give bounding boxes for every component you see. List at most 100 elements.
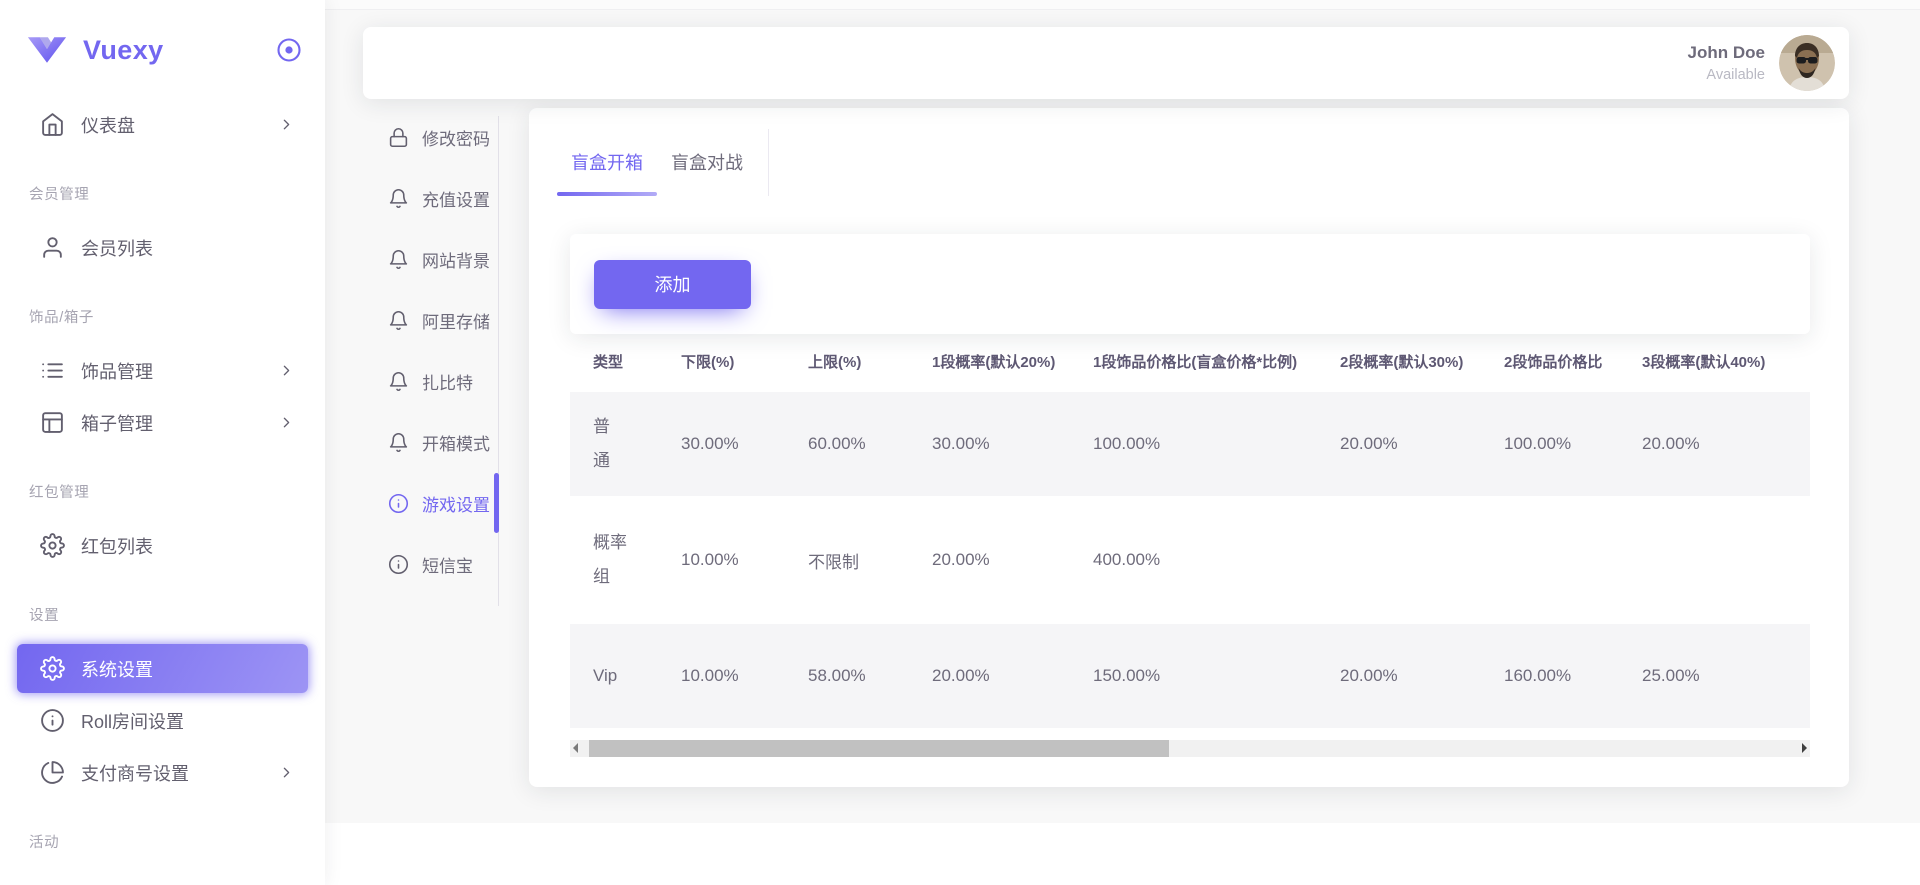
avatar-image — [1779, 35, 1835, 91]
column-header-lower-limit: 下限(%) — [658, 343, 785, 380]
sidebar-item-label: 箱子管理 — [81, 410, 153, 436]
cell-seg1-price-ratio: 150.00% — [1070, 624, 1317, 728]
sidebar-item-label: 仪表盘 — [81, 112, 135, 138]
cell-lower-limit: 30.00% — [658, 392, 785, 496]
column-header-type: 类型 — [570, 343, 658, 380]
chevron-right-icon — [278, 362, 295, 379]
layout-icon — [40, 410, 65, 435]
cell-type: Vip — [570, 624, 658, 728]
header-card: John Doe Available — [363, 27, 1849, 99]
sidebar-item-payment-merchant-settings[interactable]: 支付商号设置 — [17, 748, 308, 797]
info-icon — [40, 708, 65, 733]
user-info: John Doe Available — [1688, 43, 1765, 82]
tab-bar: 盲盒开箱 盲盒对战 — [557, 149, 757, 192]
sidebar-item-system-settings[interactable]: 系统设置 — [17, 644, 308, 693]
sidebar-section-items-boxes: 饰品/箱子 — [0, 306, 325, 324]
cell-type: 概率组 — [570, 508, 658, 612]
menu-pin-toggle-icon[interactable] — [275, 36, 303, 64]
column-header-seg2-price-ratio: 2段饰品价格比 — [1481, 343, 1619, 380]
cell-seg2-price-ratio: 100.00% — [1481, 392, 1619, 496]
submenu-item-unboxing-mode[interactable]: 开箱模式 — [388, 412, 504, 473]
pie-chart-icon — [40, 760, 65, 785]
settings-submenu: 修改密码 充值设置 网站背景 阿里存储 扎比特 开箱模式 游戏设置 短信宝 — [388, 107, 504, 595]
column-header-seg3-probability: 3段概率(默认40%) — [1619, 343, 1810, 380]
app-root: Vuexy 仪表盘 会员管理 会员列表 饰品/箱子 饰品管理 — [0, 0, 1920, 885]
horizontal-scrollbar[interactable] — [570, 740, 1810, 757]
tab-blindbox-open[interactable]: 盲盒开箱 — [557, 149, 657, 192]
sidebar-item-dashboard[interactable]: 仪表盘 — [17, 100, 308, 149]
sidebar-item-label: 系统设置 — [81, 656, 153, 682]
cell-seg2-price-ratio: 160.00% — [1481, 624, 1619, 728]
user-avatar[interactable] — [1779, 35, 1835, 91]
sidebar-item-item-management[interactable]: 饰品管理 — [17, 346, 308, 395]
user-status: Available — [1688, 67, 1765, 83]
sidebar-item-label: 红包列表 — [81, 533, 153, 559]
column-header-seg1-probability: 1段概率(默认20%) — [909, 343, 1070, 380]
cell-lower-limit: 10.00% — [658, 508, 785, 612]
scrollbar-thumb[interactable] — [589, 740, 1169, 757]
sidebar-item-box-management[interactable]: 箱子管理 — [17, 398, 308, 447]
submenu-item-site-background[interactable]: 网站背景 — [388, 229, 504, 290]
submenu-item-ali-storage[interactable]: 阿里存储 — [388, 290, 504, 351]
cell-seg3-probability: 25.00% — [1619, 624, 1810, 728]
tabbar-divider — [768, 129, 769, 196]
submenu-item-zhabite[interactable]: 扎比特 — [388, 351, 504, 412]
sidebar-section-settings: 设置 — [0, 604, 325, 622]
cell-seg2-probability — [1317, 508, 1481, 612]
top-strip — [325, 0, 1920, 10]
bell-icon — [388, 432, 409, 453]
brand-name: Vuexy — [83, 35, 164, 66]
scroll-right-arrow-icon[interactable] — [1802, 743, 1807, 753]
gear-icon — [40, 656, 65, 681]
cell-upper-limit: 58.00% — [785, 624, 909, 728]
submenu-item-label: 充值设置 — [422, 186, 490, 211]
bell-icon — [388, 188, 409, 209]
chevron-right-icon — [278, 414, 295, 431]
tab-blindbox-battle[interactable]: 盲盒对战 — [657, 149, 757, 192]
sidebar-section-activity: 活动 — [0, 831, 325, 849]
sidebar-nav: 仪表盘 会员管理 会员列表 饰品/箱子 饰品管理 箱子管理 红包管理 — [0, 100, 325, 849]
sidebar-section-members: 会员管理 — [0, 183, 325, 201]
cell-seg1-probability: 30.00% — [909, 392, 1070, 496]
cell-seg1-price-ratio: 100.00% — [1070, 392, 1317, 496]
cell-type: 普 通 — [570, 392, 658, 496]
cell-seg2-price-ratio — [1481, 508, 1619, 612]
table-row: Vip 10.00% 58.00% 20.00% 150.00% 20.00% … — [570, 624, 1810, 728]
table-header: 类型 下限(%) 上限(%) 1段概率(默认20%) 1段饰品价格比(盲盒价格*… — [570, 343, 1810, 380]
cell-lower-limit: 10.00% — [658, 624, 785, 728]
submenu-item-label: 短信宝 — [422, 552, 473, 577]
sidebar-section-redpacket: 红包管理 — [0, 481, 325, 499]
sidebar-item-label: 会员列表 — [81, 235, 153, 261]
submenu-item-label: 开箱模式 — [422, 430, 490, 455]
user-name: John Doe — [1688, 43, 1765, 63]
table-row: 普 通 30.00% 60.00% 30.00% 100.00% 20.00% … — [570, 392, 1810, 496]
lock-icon — [388, 127, 409, 148]
submenu-item-recharge-settings[interactable]: 充值设置 — [388, 168, 504, 229]
column-header-upper-limit: 上限(%) — [785, 343, 909, 380]
user-icon — [40, 235, 65, 260]
submenu-item-sms-treasure[interactable]: 短信宝 — [388, 534, 504, 595]
list-icon — [40, 358, 65, 383]
add-button[interactable]: 添加 — [594, 260, 751, 309]
chevron-right-icon — [278, 116, 295, 133]
sidebar-item-redpacket-list[interactable]: 红包列表 — [17, 521, 308, 570]
main-content-card: 盲盒开箱 盲盒对战 添加 类型 下限(%) 上限(%) 1段概率(默认20%) — [529, 108, 1849, 787]
cell-seg2-probability: 20.00% — [1317, 624, 1481, 728]
submenu-item-label: 游戏设置 — [422, 491, 490, 516]
info-icon — [388, 493, 409, 514]
vuexy-logo-icon — [27, 36, 67, 64]
cell-seg1-price-ratio: 400.00% — [1070, 508, 1317, 612]
cell-seg1-probability: 20.00% — [909, 624, 1070, 728]
cell-seg3-probability: 20.00% — [1619, 392, 1810, 496]
cell-seg3-probability — [1619, 508, 1810, 612]
submenu-item-change-password[interactable]: 修改密码 — [388, 107, 504, 168]
scroll-left-arrow-icon[interactable] — [573, 743, 578, 753]
table-panel: 添加 类型 下限(%) 上限(%) 1段概率(默认20%) 1段饰品价格比(盲盒… — [570, 234, 1810, 757]
submenu-item-label: 扎比特 — [422, 369, 473, 394]
sidebar-item-roll-room-settings[interactable]: Roll房间设置 — [17, 696, 308, 745]
sidebar-item-member-list[interactable]: 会员列表 — [17, 223, 308, 272]
submenu-item-game-settings[interactable]: 游戏设置 — [388, 473, 504, 534]
gear-icon — [40, 533, 65, 558]
cell-seg2-probability: 20.00% — [1317, 392, 1481, 496]
probability-table: 类型 下限(%) 上限(%) 1段概率(默认20%) 1段饰品价格比(盲盒价格*… — [570, 331, 1810, 740]
